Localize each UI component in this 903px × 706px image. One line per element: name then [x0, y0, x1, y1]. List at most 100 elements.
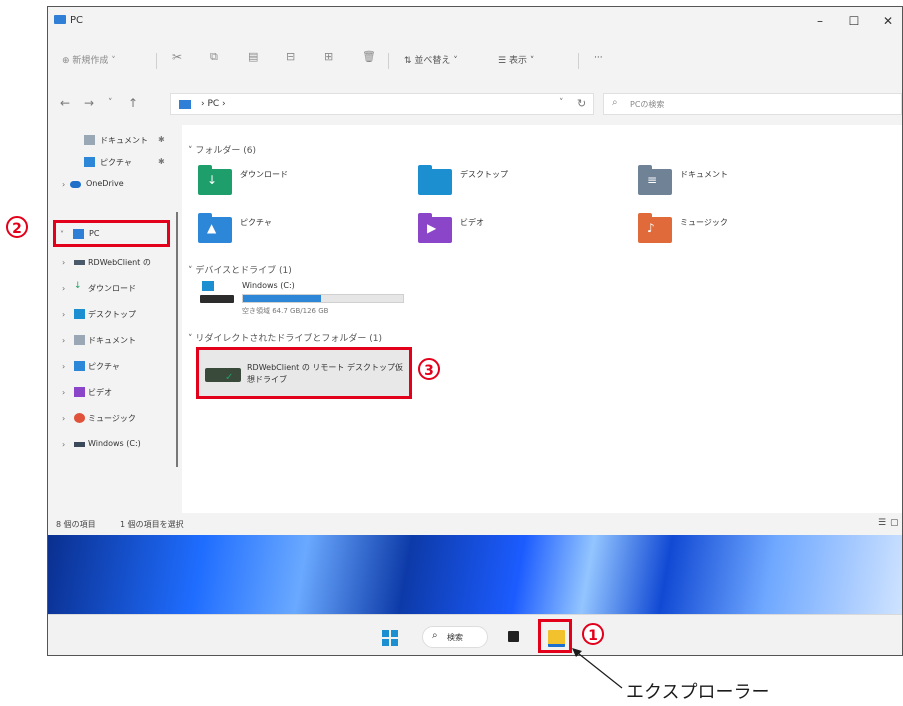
group-header-folders[interactable]: ˅ フォルダー (6) [188, 143, 256, 156]
sort-icon: ⇅ [404, 56, 415, 66]
chevron-right-icon[interactable]: › [62, 180, 65, 189]
search-icon: ⌕ [432, 630, 438, 641]
group-header-redirected[interactable]: ˅ リダイレクトされたドライブとフォルダー (1) [188, 331, 382, 344]
sidebar-item-label: RDWebClient の [88, 258, 151, 267]
history-chevron-icon[interactable]: ˅ [559, 98, 564, 108]
task-view-icon[interactable] [508, 631, 519, 642]
folder-documents[interactable]: ≡ ドキュメント [638, 165, 818, 207]
taskbar-search[interactable]: ⌕ 検索 [422, 626, 488, 648]
sidebar-item-rdwebclient[interactable]: › RDWebClient の [48, 253, 176, 273]
folder-glyph: ▶ [427, 221, 437, 235]
sidebar-item-label: OneDrive [86, 179, 124, 188]
sidebar-item-label: ピクチャ [100, 158, 132, 167]
view-button[interactable]: ☰ 表示 ˅ [498, 53, 534, 66]
sidebar-item-documents-pinned[interactable]: ドキュメント ✱ [48, 131, 176, 151]
drive-windows-c[interactable]: Windows (C:) 空き領域 64.7 GB/126 GB [198, 279, 418, 323]
drive-free-space: 空き領域 64.7 GB/126 GB [242, 307, 329, 315]
toolbar-divider [156, 53, 157, 69]
sidebar-item-label: ドキュメント [100, 136, 148, 145]
redirected-drive-item[interactable]: ✓ RDWebClient の リモート デスクトップ仮 想ドライブ [196, 347, 412, 399]
folder-pictures[interactable]: ▲ ピクチャ [198, 213, 378, 255]
chevron-right-icon[interactable]: › [62, 258, 65, 267]
chevron-right-icon[interactable]: › [62, 284, 65, 293]
view-button-label: 表示 [508, 56, 527, 66]
address-bar[interactable]: › PC › ˅ ↻ [170, 93, 594, 115]
refresh-icon[interactable]: ↻ [577, 97, 586, 110]
sidebar-item-pictures-pinned[interactable]: ピクチャ ✱ [48, 153, 176, 173]
folder-downloads[interactable]: ↓ ダウンロード [198, 165, 378, 207]
sidebar-item-downloads[interactable]: › ↓ ダウンロード [48, 279, 176, 299]
close-button[interactable]: ✕ [874, 11, 902, 31]
chevron-right-icon[interactable]: › [62, 440, 65, 449]
folder-desktop[interactable]: デスクトップ [418, 165, 598, 207]
cut-icon[interactable]: ✂ [172, 50, 182, 64]
sort-button[interactable]: ⇅ 並べ替え ˅ [404, 53, 458, 66]
details-view-icon[interactable]: ☰ [878, 518, 886, 528]
delete-icon[interactable]: 🗑 [362, 50, 376, 63]
sidebar-item-windows-c[interactable]: › Windows (C:) [48, 435, 176, 455]
sidebar-item-label: ドキュメント [88, 336, 136, 345]
rename-icon[interactable]: ⊟ [286, 50, 295, 63]
sidebar-item-desktop[interactable]: › デスクトップ [48, 305, 176, 325]
forward-arrow-icon[interactable]: → [84, 96, 94, 110]
breadcrumb-pc[interactable]: PC [207, 99, 219, 109]
sidebar-item-onedrive[interactable]: › OneDrive [48, 175, 176, 195]
highlight-pc [53, 220, 170, 247]
tiles-view-icon[interactable]: ▢ [890, 518, 899, 528]
start-button[interactable] [382, 630, 398, 646]
chevron-right-icon[interactable]: › [62, 310, 65, 319]
chevron-right-icon[interactable]: › [62, 388, 65, 397]
folder-label: ミュージック [680, 218, 728, 227]
view-icon: ☰ [498, 56, 509, 66]
desktop-icon [74, 309, 85, 319]
chevron-right-icon[interactable]: › [62, 414, 65, 423]
new-button[interactable]: ⊕ 新規作成 ˅ [62, 53, 116, 66]
sidebar-item-label: ダウンロード [88, 284, 136, 293]
cloud-icon [70, 181, 81, 188]
drive-icon [200, 295, 234, 303]
pin-icon: ✱ [158, 135, 165, 144]
taskbar: ⌕ 検索 [48, 614, 902, 655]
document-icon [74, 335, 85, 345]
folder-glyph: ▲ [207, 221, 217, 235]
breadcrumb: › PC › [201, 99, 226, 109]
share-icon[interactable]: ⊞ [324, 50, 333, 63]
drive-icon [74, 442, 85, 447]
recent-chevron-icon[interactable]: ˅ [108, 98, 113, 108]
sidebar-scrollbar[interactable] [176, 212, 178, 467]
document-icon [84, 135, 95, 145]
navigation-pane: ドキュメント ✱ ピクチャ ✱ › OneDrive ˅ PC › RDWebC… [48, 125, 176, 513]
sidebar-item-label: デスクトップ [88, 310, 136, 319]
sidebar-item-documents[interactable]: › ドキュメント [48, 331, 176, 351]
redirected-drive-label-1: RDWebClient の リモート デスクトップ仮 [247, 363, 403, 372]
sidebar-item-label: Windows (C:) [88, 439, 141, 448]
folder-videos[interactable]: ▶ ビデオ [418, 213, 598, 255]
step-number-2: 2 [6, 216, 28, 238]
folder-label: ピクチャ [240, 218, 272, 227]
chevron-right-icon[interactable]: › [62, 336, 65, 345]
maximize-button[interactable]: ☐ [840, 11, 868, 31]
group-header-devices[interactable]: ˅ デバイスとドライブ (1) [188, 263, 292, 276]
drive-usage-bar [242, 294, 404, 303]
folder-music[interactable]: ♪ ミュージック [638, 213, 818, 255]
up-arrow-icon[interactable]: ↑ [128, 96, 138, 110]
video-icon [74, 387, 85, 397]
group-header-label: リダイレクトされたドライブとフォルダー (1) [195, 334, 382, 344]
minimize-button[interactable]: – [806, 11, 834, 31]
sidebar-item-videos[interactable]: › ビデオ [48, 383, 176, 403]
taskbar-search-label: 検索 [447, 633, 463, 642]
explorer-callout-label: エクスプローラー [626, 682, 770, 703]
copy-icon[interactable]: ⧉ [210, 50, 218, 64]
chevron-right-icon[interactable]: › [62, 362, 65, 371]
download-icon: ↓ [74, 281, 82, 291]
download-folder-icon: ↓ [198, 165, 232, 195]
sidebar-item-pictures[interactable]: › ピクチャ [48, 357, 176, 377]
search-input[interactable]: ⌕ PCの検索 [603, 93, 902, 115]
desktop-wallpaper [48, 535, 902, 614]
sidebar-item-music[interactable]: › ミュージック [48, 409, 176, 429]
more-options-button[interactable]: ··· [594, 53, 603, 63]
back-arrow-icon[interactable]: ← [60, 96, 70, 110]
paste-icon[interactable]: ▤ [248, 50, 258, 63]
search-icon: ⌕ [612, 97, 618, 108]
step-number-3: 3 [418, 358, 440, 380]
